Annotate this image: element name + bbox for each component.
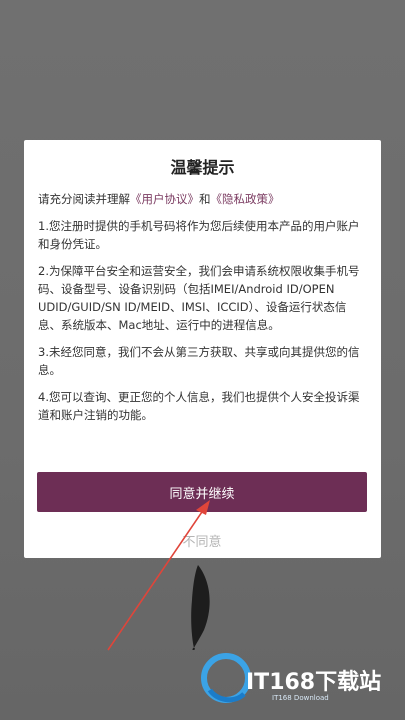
disagree-button[interactable]: 不同意 [37, 528, 367, 552]
feather-decoration-icon [191, 565, 210, 650]
paragraph-2: 2.为保障平台安全和运营安全，我们会申请系统权限收集手机号码、设备型号、设备识别… [38, 264, 360, 332]
dialog-intro: 请充分阅读并理解《用户协议》和《隐私政策》 [38, 190, 367, 208]
paragraph-1: 1.您注册时提供的手机号码将作为您后续使用本产品的用户账户和身份凭证。 [38, 219, 360, 251]
privacy-policy-link[interactable]: 《隐私政策》 [211, 192, 280, 206]
watermark-brand: IT168下载站 [246, 670, 382, 695]
privacy-dialog: 温馨提示 请充分阅读并理解《用户协议》和《隐私政策》 1.您注册时提供的手机号码… [24, 140, 381, 558]
user-agreement-link[interactable]: 《用户协议》 [130, 192, 199, 206]
agree-continue-button[interactable]: 同意并继续 [37, 472, 367, 512]
watermark-sub: IT168 Download [272, 694, 329, 702]
paragraph-3: 3.未经您同意，我们不会从第三方获取、共享或向其提供您的信息。 [38, 345, 360, 377]
paragraph-4: 4.您可以查询、更正您的个人信息，我们也提供个人安全投诉渠道和账户注销的功能。 [38, 390, 360, 422]
intro-and: 和 [199, 192, 211, 206]
intro-prefix: 请充分阅读并理解 [38, 192, 130, 206]
dialog-title: 温馨提示 [170, 158, 235, 177]
